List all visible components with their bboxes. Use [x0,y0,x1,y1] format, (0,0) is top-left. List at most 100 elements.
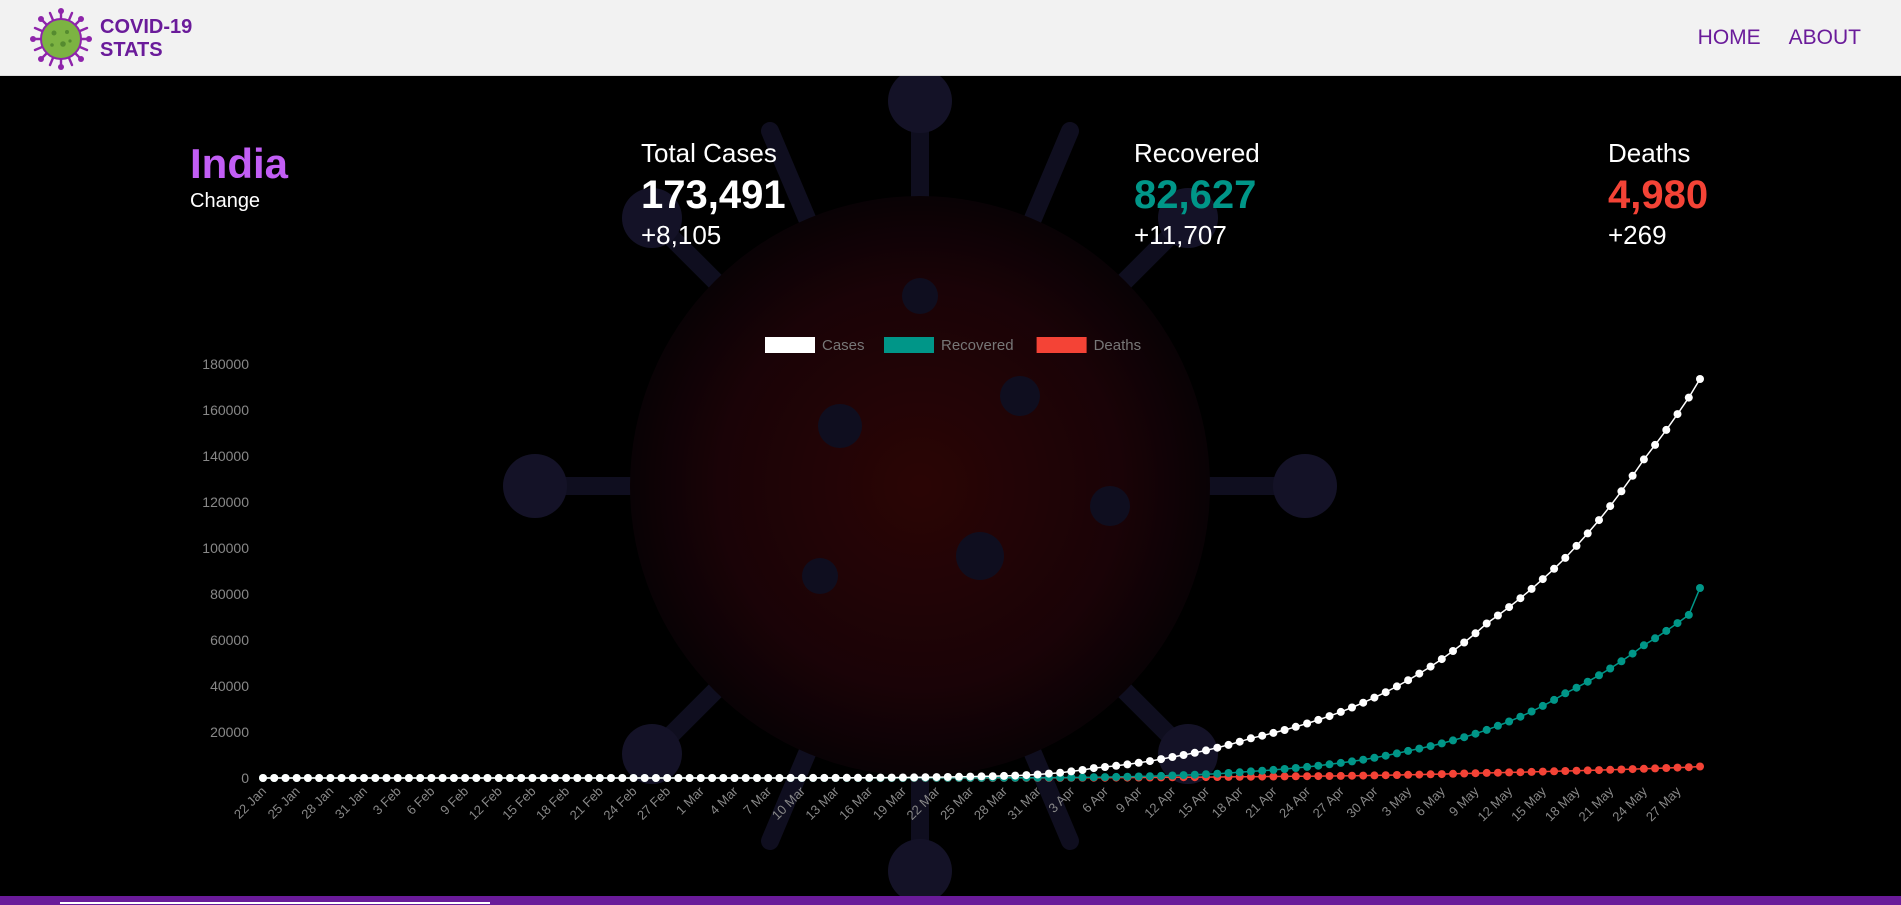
x-tick-label: 19 Mar [870,783,910,823]
data-point-recovered [1134,772,1143,781]
data-point-recovered [1202,770,1210,779]
data-point-cases [494,774,503,782]
data-point-cases [573,774,582,782]
x-tick-label: 15 Feb [499,784,538,823]
data-point-cases [1471,629,1480,638]
x-tick-label: 12 Feb [466,784,505,823]
data-point-cases [292,774,301,782]
data-point-cases [651,774,660,782]
data-point-deaths [1628,765,1637,774]
data-point-cases [764,774,773,782]
x-tick-label: 25 Mar [937,783,977,823]
data-point-cases [1370,693,1379,702]
data-point-recovered [1696,584,1704,592]
y-tick-label: 0 [241,770,249,786]
x-tick-label: 12 May [1475,783,1516,824]
data-point-cases [348,774,357,782]
data-point-cases [910,773,919,782]
data-point-cases [1673,410,1682,419]
data-point-cases [932,773,941,782]
data-point-cases [708,774,717,782]
data-point-cases [1258,731,1267,740]
data-point-recovered [1224,769,1233,777]
nav-about-link[interactable]: ABOUT [1789,26,1861,50]
x-tick-label: 16 Mar [836,783,876,823]
data-point-cases [1617,487,1626,496]
y-tick-label: 80000 [210,586,249,602]
data-point-recovered [1112,772,1121,781]
data-point-deaths [1595,766,1603,775]
data-point-recovered [1628,649,1637,658]
data-point-recovered [1213,769,1222,778]
data-point-recovered [1426,742,1435,751]
data-point-cases [1101,763,1109,771]
data-point-cases [1392,682,1401,691]
x-tick-label: 10 Mar [769,783,809,823]
data-point-cases [1460,638,1469,647]
y-tick-label: 100000 [202,540,249,556]
data-point-deaths [1583,766,1592,775]
data-point-cases [1572,541,1581,550]
y-tick-label: 120000 [202,494,249,510]
data-point-cases [1145,757,1154,766]
virus-logo-icon[interactable] [30,8,92,70]
data-point-cases [1168,753,1177,761]
brand-title[interactable]: COVID-19 STATS [100,16,192,62]
x-tick-label: 30 Apr [1343,783,1381,821]
x-tick-label: 1 Mar [673,783,708,818]
data-point-deaths [1370,771,1379,780]
data-point-recovered [1516,712,1525,721]
data-point-cases [820,773,829,782]
data-point-cases [1651,440,1660,449]
brand-line-2: STATS [100,39,163,61]
data-point-cases [1538,575,1547,584]
data-point-cases [741,774,750,782]
data-point-cases [921,773,930,782]
data-point-cases [449,774,458,782]
data-point-cases [696,774,705,782]
data-point-cases [663,774,672,782]
data-point-deaths [1449,769,1457,778]
data-point-deaths [1404,770,1413,779]
data-point-cases [1179,751,1188,759]
data-point-cases [1561,553,1570,562]
data-point-recovered [1651,634,1660,643]
data-point-recovered [1595,671,1603,680]
data-point-cases [1684,393,1693,402]
data-point-cases [1662,425,1671,434]
data-point-deaths [1392,771,1401,779]
x-tick-label: 24 May [1609,783,1650,824]
x-tick-label: 4 Mar [707,783,742,818]
nav-home-link[interactable]: HOME [1698,26,1761,50]
data-point-cases [427,774,436,782]
x-tick-label: 27 May [1643,783,1684,824]
data-point-cases [1112,761,1121,770]
data-point-cases [1280,726,1289,734]
data-point-cases [988,772,997,781]
data-point-recovered [1561,689,1570,698]
data-point-recovered [1460,733,1469,742]
data-point-cases [898,773,907,782]
data-point-cases [1516,594,1525,603]
data-point-cases [461,774,470,782]
y-tick-label: 20000 [210,724,249,740]
legend-swatch [765,337,815,353]
data-point-cases [1606,502,1615,511]
x-tick-label: 3 Feb [370,784,404,818]
data-point-cases [831,773,840,782]
data-point-deaths [1291,772,1300,781]
data-point-cases [371,774,380,782]
data-point-recovered [1089,773,1098,782]
x-tick-label: 6 May [1412,783,1448,819]
data-point-cases [865,773,874,782]
data-point-cases [1639,455,1648,464]
data-point-cases [1246,734,1255,743]
data-point-cases [786,773,795,782]
data-point-cases [876,773,885,782]
x-tick-label: 31 Jan [332,784,370,822]
data-point-cases [854,773,862,782]
data-point-cases [674,774,683,782]
brand-line-1: COVID-19 [100,16,193,38]
data-point-recovered [1482,725,1491,734]
x-tick-label: 27 Apr [1310,783,1348,821]
